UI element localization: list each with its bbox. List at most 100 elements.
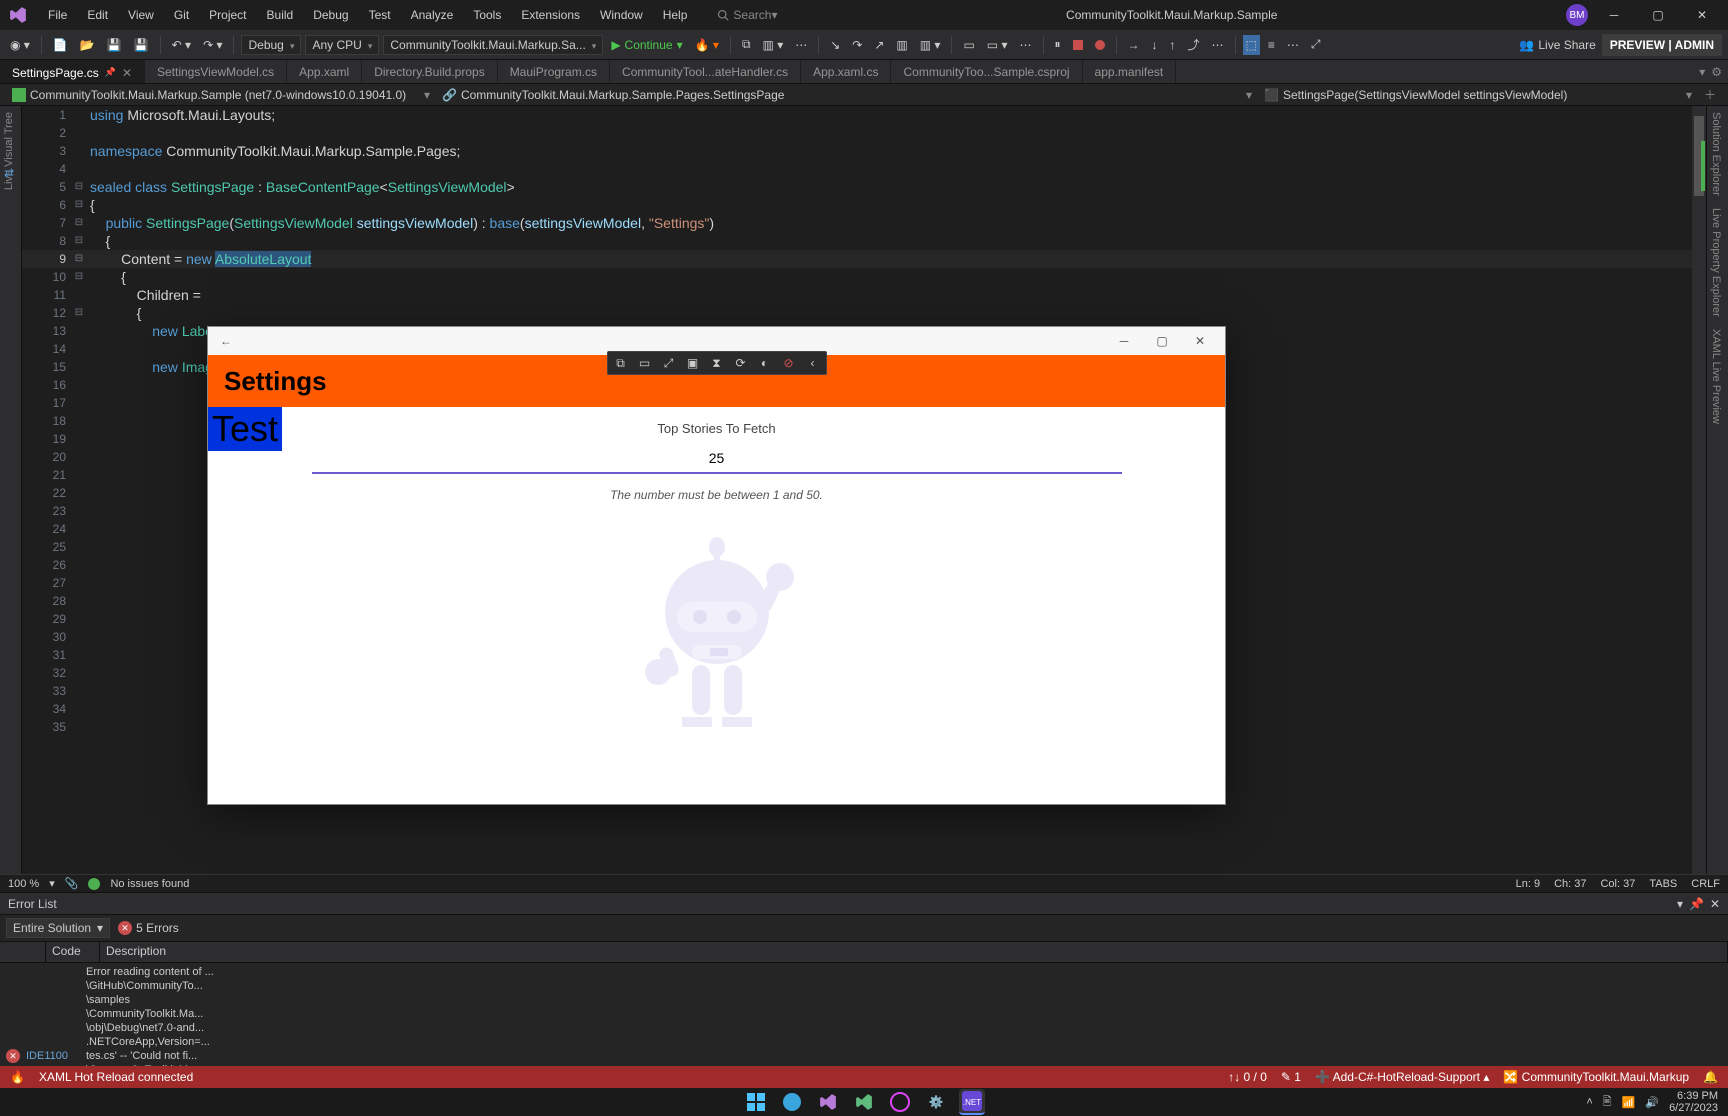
error-scope-combo[interactable]: Entire Solution ▾ xyxy=(6,918,110,938)
save-all-icon[interactable]: 💾 xyxy=(130,36,153,54)
liveshare-button[interactable]: 👥 Live Share xyxy=(1519,38,1595,52)
new-item-icon[interactable]: 📄 xyxy=(49,36,72,54)
pin-icon[interactable]: 📌 xyxy=(105,67,116,78)
redo-icon[interactable]: ↷ ▾ xyxy=(199,36,226,54)
menu-analyze[interactable]: Analyze xyxy=(401,4,464,26)
menu-file[interactable]: File xyxy=(38,4,77,26)
error-row[interactable]: \samples xyxy=(6,993,1722,1007)
tb-icon-6[interactable]: ▭ xyxy=(959,36,978,54)
close-button[interactable]: ✕ xyxy=(1684,0,1720,30)
open-icon[interactable]: 📂 xyxy=(76,36,99,54)
updown-counter[interactable]: ↑↓ 0 / 0 xyxy=(1228,1070,1267,1084)
doc-tab[interactable]: App.xaml.cs xyxy=(801,60,891,83)
error-row[interactable]: ✕IDE1100tes.cs' -- 'Could not fi... xyxy=(6,1049,1722,1063)
col-description[interactable]: Description xyxy=(100,942,1728,962)
menu-view[interactable]: View xyxy=(118,4,164,26)
dbg-tool-6[interactable]: ⟳ xyxy=(732,354,750,372)
tray-volume-icon[interactable]: 🔊 xyxy=(1645,1096,1659,1109)
maximize-button[interactable]: ▢ xyxy=(1640,0,1676,30)
tb-icon-1[interactable]: ⧉ xyxy=(738,35,755,54)
tray-chevron-icon[interactable]: ˄ xyxy=(1586,1096,1592,1108)
notifications-icon[interactable]: 🔔 xyxy=(1703,1070,1718,1084)
dbg-tool-4[interactable]: ▣ xyxy=(684,354,702,372)
tb-icon-13[interactable]: ⤢ xyxy=(1307,35,1325,54)
step-out-icon[interactable]: ↗ xyxy=(870,36,888,54)
error-row[interactable]: \obj\Debug\net7.0-and... xyxy=(6,1021,1722,1035)
doc-tab[interactable]: MauiProgram.cs xyxy=(498,60,610,83)
restart-icon[interactable] xyxy=(1091,38,1109,52)
nav-type[interactable]: 🔗 CommunityToolkit.Maui.Markup.Sample.Pa… xyxy=(436,88,1258,102)
save-icon[interactable]: 💾 xyxy=(103,36,126,54)
col-severity[interactable] xyxy=(0,942,46,962)
col-indicator[interactable]: Col: 37 xyxy=(1600,878,1635,890)
menu-extensions[interactable]: Extensions xyxy=(511,4,590,26)
tabs-settings-icon[interactable]: ⚙ xyxy=(1711,65,1722,79)
step-icon-a[interactable]: ↓ xyxy=(1148,36,1162,54)
menu-edit[interactable]: Edit xyxy=(77,4,118,26)
code-lens-icon[interactable]: ⇄ xyxy=(4,166,14,180)
dbg-tool-2[interactable]: ▭ xyxy=(636,354,654,372)
zoom-level[interactable]: 100 % xyxy=(8,878,39,890)
nav-project[interactable]: CommunityToolkit.Maui.Markup.Sample (net… xyxy=(6,88,436,102)
panel-pin-icon[interactable]: 📌 xyxy=(1689,897,1704,911)
dbg-tool-1[interactable]: ⧉ xyxy=(612,354,630,372)
tb-icon-9[interactable]: ⋯ xyxy=(1208,36,1228,54)
live-property-explorer-tab[interactable]: Live Property Explorer xyxy=(1707,202,1725,323)
edge-icon[interactable] xyxy=(779,1089,805,1115)
tray-clock[interactable]: 6:39 PM 6/27/2023 xyxy=(1669,1090,1718,1114)
stop-icon[interactable] xyxy=(1069,38,1087,52)
continue-button[interactable]: ▶ Continue ▾ xyxy=(607,36,686,54)
user-avatar[interactable]: BM xyxy=(1566,4,1588,26)
tb-icon-7[interactable]: ▭ ▾ xyxy=(983,36,1012,54)
error-row[interactable]: \CommunityToolkit.Ma... xyxy=(6,1007,1722,1021)
solution-explorer-tab[interactable]: Solution Explorer xyxy=(1707,106,1725,202)
start-icon[interactable] xyxy=(743,1089,769,1115)
doc-tab[interactable]: App.xaml xyxy=(287,60,362,83)
tabs-overflow-icon[interactable]: ▾ xyxy=(1699,65,1705,79)
config-combo[interactable]: Debug xyxy=(241,35,301,55)
col-code[interactable]: Code xyxy=(46,942,100,962)
editor-scrollbar[interactable] xyxy=(1692,106,1706,874)
doc-tab[interactable]: SettingsPage.cs 📌 ✕ xyxy=(0,60,145,83)
close-tab-icon[interactable]: ✕ xyxy=(122,66,132,80)
ln-indicator[interactable]: Ln: 9 xyxy=(1516,878,1540,890)
dbg-tool-5[interactable]: ⧗ xyxy=(708,354,726,372)
tb-icon-8[interactable]: ⋯ xyxy=(1016,36,1036,54)
platform-combo[interactable]: Any CPU xyxy=(305,35,379,55)
app-back-button[interactable]: ← xyxy=(214,334,238,348)
menu-window[interactable]: Window xyxy=(590,4,653,26)
doc-tab[interactable]: SettingsViewModel.cs xyxy=(145,60,287,83)
tb-icon-4[interactable]: ▥ xyxy=(892,36,911,54)
search-box[interactable]: Search ▾ xyxy=(717,8,777,22)
show-next-statement-icon[interactable]: → xyxy=(1124,36,1144,54)
ch-indicator[interactable]: Ch: 37 xyxy=(1554,878,1586,890)
top-stories-input[interactable] xyxy=(312,444,1122,474)
error-count-filter[interactable]: ✕ 5 Errors xyxy=(118,921,179,935)
feature-branch[interactable]: ➕ Add-C#-HotReload-Support ▴ xyxy=(1315,1070,1489,1084)
tb-icon-5[interactable]: ▥ ▾ xyxy=(916,36,945,54)
startup-combo[interactable]: CommunityToolkit.Maui.Markup.Sa... xyxy=(383,35,603,55)
tray-lang-icon[interactable]: 🖹 xyxy=(1603,1093,1612,1112)
settings-icon[interactable]: ⚙️ xyxy=(923,1089,949,1115)
menu-project[interactable]: Project xyxy=(199,4,256,26)
app-maximize-button[interactable]: ▢ xyxy=(1143,327,1181,355)
app-minimize-button[interactable]: ─ xyxy=(1105,327,1143,355)
pause-icon[interactable]: ⏸ xyxy=(1051,35,1065,54)
tb-icon-2[interactable]: ▥ ▾ xyxy=(759,36,788,54)
dbg-tool-8[interactable]: ⊘ xyxy=(780,354,798,372)
nav-add-icon[interactable]: ＋ xyxy=(1698,86,1722,103)
hot-reload-icon[interactable]: 🔥 ▾ xyxy=(691,36,723,54)
indent-mode[interactable]: TABS xyxy=(1649,878,1677,890)
menu-tools[interactable]: Tools xyxy=(463,4,511,26)
dbg-tool-collapse[interactable]: ‹ xyxy=(804,354,822,372)
xaml-live-preview-tab[interactable]: XAML Live Preview xyxy=(1707,323,1725,430)
edits-counter[interactable]: ✎ 1 xyxy=(1281,1070,1301,1084)
error-row[interactable]: .NETCoreApp,Version=... xyxy=(6,1035,1722,1049)
step-icon-c[interactable]: ⤴ xyxy=(1184,34,1204,55)
tb-icon-10[interactable]: ⬚ xyxy=(1243,35,1260,55)
doc-tab[interactable]: CommunityTool...ateHandler.cs xyxy=(610,60,801,83)
doc-tab[interactable]: app.manifest xyxy=(1083,60,1177,83)
nav-back-icon[interactable]: ◉ ▾ xyxy=(6,36,34,54)
doc-tab[interactable]: CommunityToo...Sample.csproj xyxy=(891,60,1082,83)
app-icon-1[interactable] xyxy=(887,1089,913,1115)
